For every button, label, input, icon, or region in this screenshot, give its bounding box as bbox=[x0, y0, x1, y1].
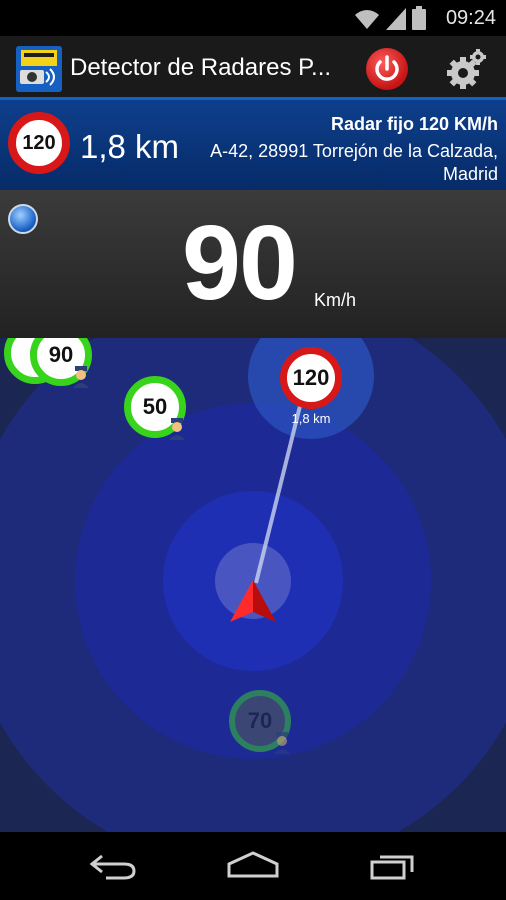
back-icon bbox=[89, 854, 136, 880]
map-rings bbox=[0, 338, 506, 832]
police-icon bbox=[169, 418, 185, 440]
radar-marker-distance: 1,8 km bbox=[291, 411, 331, 426]
action-bar: Detector de Radares P... bbox=[0, 36, 506, 100]
settings-button[interactable] bbox=[443, 46, 489, 92]
speed-panel: 90 Km/h bbox=[0, 190, 506, 338]
radar-speed: 120 bbox=[292, 365, 330, 390]
radar-address: A-42, 28991 Torrejón de la Calzada, Madr… bbox=[210, 141, 498, 184]
recents-button[interactable] bbox=[366, 850, 420, 882]
gear-icon bbox=[447, 49, 486, 89]
recents-icon bbox=[370, 855, 414, 880]
radar-marker[interactable]: 120 bbox=[280, 347, 342, 409]
police-icon bbox=[274, 732, 290, 754]
status-time: 09:24 bbox=[445, 7, 496, 29]
wifi-icon bbox=[355, 10, 379, 29]
home-icon bbox=[227, 851, 279, 878]
radar-speed: 50 bbox=[142, 394, 168, 419]
speed-limit-sign: 120 bbox=[8, 112, 70, 174]
home-button[interactable] bbox=[226, 850, 280, 882]
radar-info-banner: 120 1,8 km Radar fijo 120 KM/h A-42, 289… bbox=[0, 100, 506, 190]
radar-type: Radar fijo 120 KM/h bbox=[330, 114, 498, 134]
back-button[interactable] bbox=[86, 850, 140, 882]
status-bar: 09:24 bbox=[0, 0, 506, 36]
police-icon bbox=[73, 366, 89, 388]
navigation-bar bbox=[0, 832, 506, 900]
signal-icon bbox=[386, 8, 406, 30]
radar-distance: 1,8 km bbox=[80, 128, 180, 165]
app-title: Detector de Radares P... bbox=[70, 54, 332, 81]
power-icon bbox=[375, 55, 399, 81]
gps-status-icon bbox=[8, 204, 38, 234]
battery-icon bbox=[412, 6, 426, 30]
radar-speed: 70 bbox=[247, 708, 273, 733]
power-button[interactable] bbox=[366, 48, 408, 90]
status-icons bbox=[354, 6, 426, 30]
radar-camera-icon bbox=[16, 46, 62, 92]
current-speed: 90 bbox=[182, 204, 298, 322]
speed-unit: Km/h bbox=[314, 290, 357, 310]
radar-speed: 90 bbox=[48, 342, 74, 367]
radar-map[interactable]: 6 90 50 120 1,8 km 70 bbox=[0, 338, 506, 832]
